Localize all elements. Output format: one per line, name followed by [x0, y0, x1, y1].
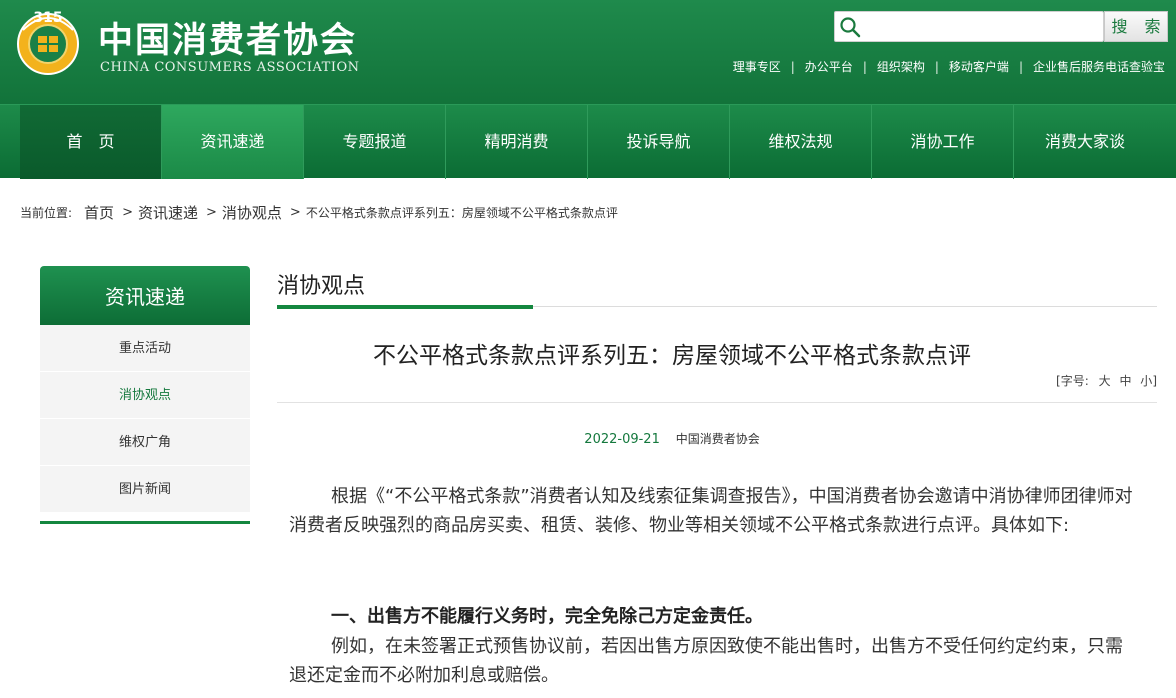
top-link-separator: | [1018, 59, 1023, 74]
font-size-control: [字号: 大 中 小] [1056, 372, 1157, 389]
section-accent-bar [277, 305, 533, 309]
breadcrumb-home[interactable]: 首页 [84, 202, 114, 223]
breadcrumb-separator: > [289, 205, 301, 220]
article-body: 根据《“不公平格式条款”消费者认知及线索征集调查报告》，中国消费者协会邀请中消协… [289, 482, 1137, 540]
breadcrumb-separator: > [205, 205, 217, 220]
font-size-close: ] [1152, 374, 1157, 388]
font-size-large[interactable]: 大 [1099, 374, 1111, 388]
article-meta: 2022-09-21 中国消费者协会 [277, 430, 1067, 447]
search-box [834, 11, 1104, 42]
emblem-text: 315 [33, 10, 62, 26]
search-input[interactable] [865, 14, 1097, 39]
sidebar-item-key-activities[interactable]: 重点活动 [40, 325, 250, 372]
site-title-en: CHINA CONSUMERS ASSOCIATION [100, 60, 360, 75]
sidebar-bottom-bar [40, 521, 250, 524]
top-link-structure[interactable]: 组织架构 [877, 58, 925, 75]
top-link-service-check[interactable]: 企业售后服务电话查验宝 [1033, 58, 1165, 75]
nav-item-rights-laws[interactable]: 维权法规 [730, 105, 872, 179]
search-icon [840, 17, 861, 38]
search-button[interactable]: 搜 索 [1104, 11, 1168, 42]
nav-item-special-reports[interactable]: 专题报道 [304, 105, 446, 179]
article-subheading: 一、出售方不能履行义务时，完全免除己方定金责任。 [331, 606, 763, 627]
sidebar: 资讯速递 重点活动 消协观点 维权广角 图片新闻 [40, 266, 250, 524]
breadcrumb-viewpoints[interactable]: 消协观点 [222, 202, 282, 223]
sidebar-title: 资讯速递 [40, 266, 250, 325]
top-link-office[interactable]: 办公平台 [805, 58, 853, 75]
top-links: 理事专区 | 办公平台 | 组织架构 | 移动客户端 | 企业售后服务电话查验宝 [733, 58, 1165, 75]
breadcrumb-current: 不公平格式条款点评系列五：房屋领域不公平格式条款点评 [305, 206, 618, 220]
breadcrumb-news[interactable]: 资讯速递 [138, 202, 198, 223]
breadcrumb-separator: > [122, 205, 133, 220]
top-link-separator: | [790, 59, 795, 74]
article-paragraph: 根据《“不公平格式条款”消费者认知及线索征集调查报告》，中国消费者协会邀请中消协… [289, 486, 1133, 536]
sidebar-item-photo-news[interactable]: 图片新闻 [40, 466, 250, 513]
nav-item-news[interactable]: 资讯速递 [162, 105, 304, 179]
top-link-separator: | [862, 59, 867, 74]
top-link-council[interactable]: 理事专区 [733, 58, 781, 75]
top-link-separator: | [934, 59, 939, 74]
nav-item-smart-consumption[interactable]: 精明消费 [446, 105, 588, 179]
article-source: 中国消费者协会 [675, 432, 760, 446]
site-header: 315 中国消费者协会 CHINA CONSUMERS ASSOCIATION … [0, 0, 1176, 104]
nav-item-association-work[interactable]: 消协工作 [872, 105, 1014, 179]
sidebar-item-rights-angle[interactable]: 维权广角 [40, 419, 250, 466]
meta-divider [277, 402, 1157, 403]
main-nav: 首 页 资讯速递 专题报道 精明消费 投诉导航 维权法规 消协工作 消费大家谈 [0, 104, 1176, 179]
article-title: 不公平格式条款点评系列五：房屋领域不公平格式条款点评 [373, 343, 971, 369]
nav-item-complaint-guide[interactable]: 投诉导航 [588, 105, 730, 179]
font-size-medium[interactable]: 中 [1119, 374, 1131, 388]
breadcrumb-label: 当前位置: [20, 206, 73, 220]
nav-item-home[interactable]: 首 页 [20, 105, 162, 179]
site-title-cn[interactable]: 中国消费者协会 [98, 12, 357, 63]
font-size-label: [字号: [1056, 374, 1089, 388]
font-size-small[interactable]: 小 [1140, 374, 1152, 388]
breadcrumb: 当前位置: 首页 > 资讯速递 > 消协观点 > 不公平格式条款点评系列五：房屋… [20, 202, 618, 223]
cca-emblem-icon[interactable]: 315 [11, 4, 85, 78]
section-title: 消协观点 [277, 274, 366, 299]
article-paragraph: 例如，在未签署正式预售协议前，若因出售方原因致使不能出售时，出售方不受任何约定约… [289, 636, 1123, 686]
nav-item-consumer-talk[interactable]: 消费大家谈 [1014, 105, 1156, 179]
article-date: 2022-09-21 [584, 432, 660, 447]
sidebar-item-viewpoints[interactable]: 消协观点 [40, 372, 250, 419]
top-link-mobile[interactable]: 移动客户端 [949, 58, 1009, 75]
